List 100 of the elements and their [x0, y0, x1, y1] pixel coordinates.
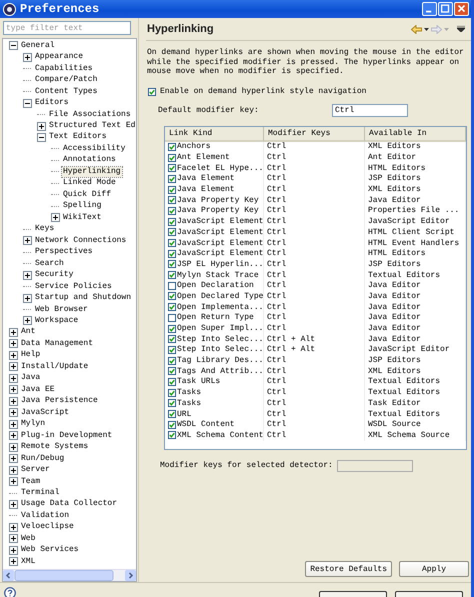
tree-item[interactable]: Security	[34, 270, 74, 280]
checkbox[interactable]	[168, 314, 176, 322]
checkbox[interactable]	[168, 356, 176, 365]
expand-icon[interactable]	[23, 236, 32, 246]
expand-icon[interactable]	[9, 546, 18, 555]
tree-item[interactable]: Plug-in Development	[20, 430, 114, 441]
expand-icon[interactable]	[9, 431, 18, 440]
tree-item[interactable]: Veloeclipse	[20, 522, 75, 532]
checkbox[interactable]	[168, 142, 176, 151]
tree-item[interactable]: Workspace	[34, 316, 80, 326]
tree-item[interactable]: Accessibility	[62, 144, 126, 154]
expand-icon[interactable]	[9, 466, 18, 475]
dropdown-icon[interactable]	[424, 28, 429, 30]
tree-item[interactable]: Java	[20, 373, 42, 384]
tree-item[interactable]: Web Browser	[34, 304, 89, 315]
column-header[interactable]: Available In	[365, 126, 466, 142]
tree-item[interactable]: Editors	[34, 98, 70, 108]
tree-item[interactable]: Search	[34, 258, 65, 269]
collapse-icon[interactable]	[37, 132, 46, 142]
minimize-button[interactable]	[422, 2, 437, 16]
checkbox[interactable]	[168, 218, 176, 226]
expand-icon[interactable]	[9, 454, 18, 464]
checkbox[interactable]	[168, 399, 176, 408]
tree-item[interactable]: Usage Data Collector	[20, 499, 118, 510]
checkbox[interactable]	[168, 271, 176, 280]
dialog-button[interactable]: Restore Defaults	[305, 561, 392, 577]
tree-item[interactable]: Linked Mode	[62, 178, 117, 188]
checkbox[interactable]	[168, 164, 176, 172]
expand-icon[interactable]	[51, 213, 60, 222]
tree-item[interactable]: Network Connections	[34, 236, 128, 246]
tree-item[interactable]: Install/Update	[20, 362, 90, 372]
checkbox[interactable]	[168, 206, 176, 215]
checkbox[interactable]	[168, 420, 176, 429]
help-icon[interactable]	[4, 587, 16, 597]
tree-item[interactable]: Perspectives	[34, 247, 94, 258]
tree-item[interactable]: Remote Systems	[20, 442, 90, 452]
tree-item[interactable]: Validation	[20, 510, 70, 521]
checkbox[interactable]	[168, 388, 176, 397]
checkbox[interactable]	[168, 410, 176, 418]
filter-field[interactable]: type filter text	[3, 21, 131, 35]
tree-item[interactable]: Startup and Shutdown	[34, 293, 132, 304]
expand-icon[interactable]	[9, 350, 18, 360]
checkbox[interactable]	[168, 346, 176, 354]
tree-item[interactable]: Ant	[20, 327, 36, 338]
checkbox[interactable]	[168, 154, 176, 162]
checkbox[interactable]	[168, 292, 176, 300]
tree-item[interactable]: Service Policies	[34, 282, 113, 292]
tree-item[interactable]: Help	[20, 350, 42, 360]
tree-item[interactable]: Team	[20, 476, 42, 487]
tree-item[interactable]: Appearance	[34, 52, 84, 62]
scroll-right-button[interactable]	[125, 570, 136, 581]
expand-icon[interactable]	[9, 500, 18, 509]
checkbox[interactable]	[168, 228, 176, 236]
tree-item[interactable]: Compare/Patch	[34, 75, 98, 86]
tree-item[interactable]: Data Management	[20, 338, 94, 349]
checkbox-label[interactable]: Enable on demand hyperlink style navigation	[160, 87, 366, 96]
expand-icon[interactable]	[9, 534, 18, 544]
checkbox[interactable]	[168, 431, 176, 440]
modifier-key-field[interactable]: Ctrl	[332, 104, 408, 116]
checkbox[interactable]	[168, 186, 176, 194]
tree-item[interactable]: Run/Debug	[20, 454, 66, 464]
expand-icon[interactable]	[9, 442, 18, 452]
tree-item[interactable]: Annotations	[62, 155, 117, 166]
expand-icon[interactable]	[9, 385, 18, 394]
expand-icon[interactable]	[23, 270, 32, 280]
expand-icon[interactable]	[9, 339, 18, 348]
checkbox[interactable]	[168, 250, 176, 258]
tree-item[interactable]: Web Services	[20, 545, 80, 556]
dialog-button[interactable]: Apply	[399, 561, 469, 577]
checkbox[interactable]	[168, 282, 176, 290]
tree-item[interactable]: General	[20, 40, 56, 51]
checkbox[interactable]	[168, 260, 176, 268]
expand-icon[interactable]	[9, 362, 18, 372]
tree-item[interactable]: Structured Text Ed	[48, 121, 136, 132]
collapse-icon[interactable]	[23, 98, 32, 108]
checkbox[interactable]	[168, 196, 176, 204]
collapse-icon[interactable]	[9, 41, 18, 50]
maximize-button[interactable]	[438, 2, 453, 16]
expand-icon[interactable]	[9, 420, 18, 429]
column-header[interactable]: Link Kind	[165, 126, 264, 142]
checkbox[interactable]	[168, 303, 176, 312]
expand-icon[interactable]	[23, 52, 32, 62]
checkbox[interactable]	[168, 174, 176, 183]
expand-icon[interactable]	[9, 522, 18, 532]
expand-icon[interactable]	[9, 328, 18, 337]
expand-icon[interactable]	[9, 557, 18, 566]
scroll-left-button[interactable]	[3, 570, 14, 581]
checkbox[interactable]	[168, 367, 176, 376]
checkbox[interactable]	[168, 335, 176, 344]
checkbox[interactable]	[148, 88, 156, 96]
scroll-thumb[interactable]	[14, 570, 114, 581]
expand-icon[interactable]	[9, 408, 18, 418]
view-menu-icon[interactable]	[457, 26, 465, 32]
tree-item[interactable]: Web	[20, 534, 36, 544]
checkbox[interactable]	[168, 324, 176, 333]
expand-icon[interactable]	[9, 477, 18, 486]
tree-item[interactable]: Content Types	[34, 86, 98, 97]
expand-icon[interactable]	[9, 374, 18, 383]
tree-item[interactable]: JavaScript	[20, 408, 70, 418]
tree-item[interactable]: Text Editors	[48, 132, 108, 142]
